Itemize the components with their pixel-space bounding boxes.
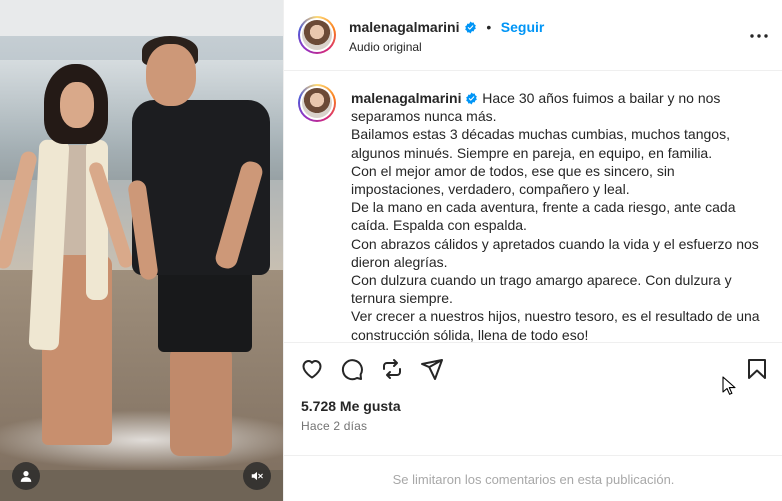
media-sky [0,0,283,36]
caption-author-avatar[interactable] [298,84,336,122]
post-actions: 5.728 Me gusta Hace 2 días Se limitaron … [284,342,782,501]
post-details-panel: malenagalmarini • Seguir Audio original … [283,0,782,501]
verified-badge-icon [466,92,478,105]
send-icon [421,359,443,380]
caption-line: malenagalmarini Hace 30 años fuimos a ba… [351,89,771,107]
mouse-cursor-icon [722,376,736,395]
caption-section: malenagalmarini Hace 30 años fuimos a ba… [284,72,782,342]
post-timestamp[interactable]: Hace 2 días [301,419,367,433]
repost-button[interactable] [378,355,406,383]
author-avatar[interactable] [298,16,336,54]
verified-badge-icon [465,21,476,34]
caption-line: Bailamos estas 3 décadas muchas cumbias,… [351,126,730,143]
man-face [146,44,196,106]
author-username[interactable]: malenagalmarini [349,19,460,35]
caption-line: ternura siempre. [351,290,453,307]
man-shorts [158,268,252,352]
caption-line-text: Hace 30 años fuimos a bailar y no nos [482,90,721,106]
caption-line: impostaciones, verdadero, compañero y le… [351,181,630,198]
bookmark-icon [748,359,766,379]
audio-label[interactable]: Audio original [349,40,422,54]
like-button[interactable] [298,355,326,383]
caption-line: caída. Espalda con espalda. [351,217,527,234]
heart-icon [302,360,322,379]
media-shore [0,470,283,501]
caption-line: construcción sólida, llena de todo eso! [351,326,589,342]
caption-text: malenagalmarini Hace 30 años fuimos a ba… [351,89,771,342]
author-line: malenagalmarini • Seguir [349,19,544,37]
caption-line: De la mano en cada aventura, frente a ca… [351,199,736,216]
post-header: malenagalmarini • Seguir Audio original [284,0,782,71]
repost-icon [383,359,401,379]
man-legs [170,346,232,456]
caption-line: Con dulzura cuando un trago amargo apare… [351,272,732,289]
caption-line: Con abrazos cálidos y apretados cuando l… [351,235,759,252]
comment-button[interactable] [338,355,366,383]
caption-line: algunos minués. Siempre en pareja, en eq… [351,144,713,161]
follow-button[interactable]: Seguir [501,19,545,35]
more-options-icon [750,34,768,38]
caption-username[interactable]: malenagalmarini [351,90,462,106]
comments-limited-notice: Se limitaron los comentarios en esta pub… [284,455,782,501]
caption-line: Ver crecer a nuestros hijos, nuestro tes… [351,308,760,325]
more-options-button[interactable] [747,24,771,48]
caption-line: dieron alegrías. [351,253,448,270]
send-button[interactable] [418,355,446,383]
caption-line: Con el mejor amor de todos, ese que es s… [351,162,675,179]
woman-face [60,82,94,128]
caption-line: separamos nunca más. [351,108,497,125]
mute-button[interactable] [243,462,271,490]
post-media[interactable] [0,0,283,501]
comment-icon [341,359,363,381]
avatar-image [302,88,332,118]
user-tags-button[interactable] [12,462,40,490]
speaker-muted-icon [251,471,263,481]
avatar-image [302,20,332,50]
save-button[interactable] [743,355,771,383]
user-tag-icon [20,471,32,482]
separator-dot: • [486,19,492,35]
like-count[interactable]: 5.728 Me gusta [301,398,401,414]
